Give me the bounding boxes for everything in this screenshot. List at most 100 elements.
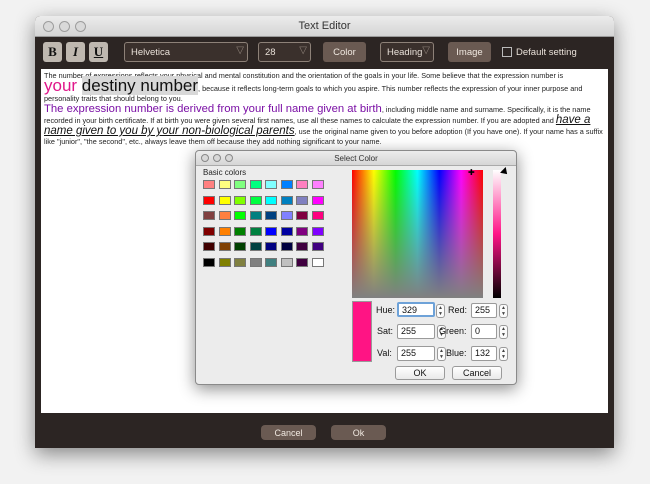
checkbox-box[interactable] xyxy=(502,47,512,57)
color-swatch[interactable] xyxy=(234,242,246,251)
green-value: 0 xyxy=(475,326,481,336)
red-value: 255 xyxy=(475,305,491,315)
color-swatch[interactable] xyxy=(280,257,293,267)
green-stepper-icon[interactable]: ▲ ▼ xyxy=(499,325,508,339)
slider-arrow-icon[interactable] xyxy=(500,167,510,177)
color-swatch[interactable] xyxy=(311,180,324,189)
dialog-zoom-button[interactable] xyxy=(225,154,233,162)
size-select[interactable]: 28 ▽ xyxy=(258,42,311,62)
color-swatch[interactable] xyxy=(265,195,277,205)
color-swatch[interactable] xyxy=(265,257,277,267)
color-swatch[interactable] xyxy=(296,195,308,205)
underline-button[interactable]: U xyxy=(89,42,108,62)
bold-button[interactable]: B xyxy=(43,42,62,62)
color-swatch[interactable] xyxy=(280,211,293,220)
color-swatch[interactable] xyxy=(203,257,215,267)
zoom-window-button[interactable] xyxy=(75,21,86,32)
color-swatch[interactable] xyxy=(249,257,262,267)
color-swatch[interactable] xyxy=(234,226,246,236)
color-swatch[interactable] xyxy=(265,226,277,236)
color-swatch[interactable] xyxy=(280,226,293,236)
basic-colors-label: Basic colors xyxy=(203,168,247,177)
title-bar: Text Editor xyxy=(35,16,614,37)
hue-spinbox[interactable]: 329 ▲ ▼ xyxy=(397,302,445,318)
color-swatch[interactable] xyxy=(203,195,215,205)
dialog-close-button[interactable] xyxy=(201,154,209,162)
dialog-cancel-button[interactable]: Cancel xyxy=(452,366,502,380)
color-swatch[interactable] xyxy=(203,242,215,251)
color-swatch[interactable] xyxy=(296,226,308,236)
sat-spinbox[interactable]: 255 ▲ ▼ xyxy=(397,324,446,339)
color-swatch[interactable] xyxy=(249,211,262,220)
color-swatch[interactable] xyxy=(203,180,215,189)
font-value: Helvetica xyxy=(131,46,171,58)
sat-value: 255 xyxy=(401,326,417,336)
minimize-window-button[interactable] xyxy=(59,21,70,32)
val-label: Val: xyxy=(377,348,392,358)
color-spectrum-picker[interactable] xyxy=(352,170,483,298)
val-spinbox[interactable]: 255 ▲ ▼ xyxy=(397,346,446,361)
red-spinbox[interactable]: 255 ▲ ▼ xyxy=(471,303,508,318)
color-swatch[interactable] xyxy=(249,242,262,251)
color-button[interactable]: Color xyxy=(323,42,366,62)
style-select[interactable]: Heading ▽ xyxy=(380,42,434,62)
dialog-ok-button[interactable]: OK xyxy=(395,366,445,380)
color-swatch[interactable] xyxy=(280,180,293,189)
red-stepper-icon[interactable]: ▲ ▼ xyxy=(499,304,508,318)
color-swatch[interactable] xyxy=(280,195,293,205)
color-swatch[interactable] xyxy=(311,211,324,220)
close-window-button[interactable] xyxy=(43,21,54,32)
color-swatch[interactable] xyxy=(249,226,262,236)
dialog-title: Select Color xyxy=(334,154,378,163)
default-setting-checkbox[interactable]: Default setting xyxy=(502,42,607,62)
color-swatch[interactable] xyxy=(296,211,308,220)
blue-stepper-icon[interactable]: ▲ ▼ xyxy=(499,347,508,361)
color-swatch[interactable] xyxy=(311,242,324,251)
hue-value: 329 xyxy=(402,305,418,315)
color-swatch[interactable] xyxy=(234,180,246,189)
val-value: 255 xyxy=(401,348,417,358)
ok-button[interactable]: Ok xyxy=(331,425,386,440)
color-swatch[interactable] xyxy=(265,180,277,189)
size-value: 28 xyxy=(265,46,276,58)
color-swatch[interactable] xyxy=(296,242,308,251)
green-spinbox[interactable]: 0 ▲ ▼ xyxy=(471,324,508,339)
current-color-preview xyxy=(352,301,372,362)
italic-button[interactable]: I xyxy=(66,42,85,62)
dialog-minimize-button[interactable] xyxy=(213,154,221,162)
luminance-slider[interactable] xyxy=(493,170,501,298)
color-swatch[interactable] xyxy=(218,195,231,205)
val-stepper-icon[interactable]: ▲ ▼ xyxy=(437,347,446,361)
font-select[interactable]: Helvetica ▽ xyxy=(124,42,248,62)
color-swatch[interactable] xyxy=(218,211,231,220)
window-controls xyxy=(43,21,86,32)
dialog-title-bar: Select Color xyxy=(196,151,516,166)
color-swatch[interactable] xyxy=(218,242,231,251)
blue-spinbox[interactable]: 132 ▲ ▼ xyxy=(471,346,508,361)
hue-stepper-icon[interactable]: ▲ ▼ xyxy=(436,304,445,318)
color-swatch[interactable] xyxy=(265,211,277,220)
color-swatch[interactable] xyxy=(311,226,324,236)
color-swatch[interactable] xyxy=(280,242,293,251)
color-swatch[interactable] xyxy=(218,180,231,189)
purple-heading: The expression number is derived from yo… xyxy=(44,103,382,115)
color-swatch[interactable] xyxy=(218,257,231,267)
chevron-down-icon: ▽ xyxy=(422,45,430,56)
color-swatch[interactable] xyxy=(265,242,277,251)
color-swatch[interactable] xyxy=(203,211,215,220)
window-title: Text Editor xyxy=(298,20,351,32)
color-swatch[interactable] xyxy=(234,211,246,220)
color-swatch[interactable] xyxy=(311,257,324,267)
color-swatch[interactable] xyxy=(218,226,231,236)
color-swatch[interactable] xyxy=(296,180,308,189)
color-swatch[interactable] xyxy=(296,257,308,267)
color-swatch[interactable] xyxy=(249,195,262,205)
color-swatch[interactable] xyxy=(234,195,246,205)
image-button[interactable]: Image xyxy=(448,42,491,62)
cancel-button[interactable]: Cancel xyxy=(261,425,316,440)
color-swatch[interactable] xyxy=(249,180,262,189)
color-swatch[interactable] xyxy=(234,257,246,267)
crosshair-icon: ✚ xyxy=(468,168,475,177)
color-swatch[interactable] xyxy=(203,226,215,236)
color-swatch[interactable] xyxy=(311,195,324,205)
